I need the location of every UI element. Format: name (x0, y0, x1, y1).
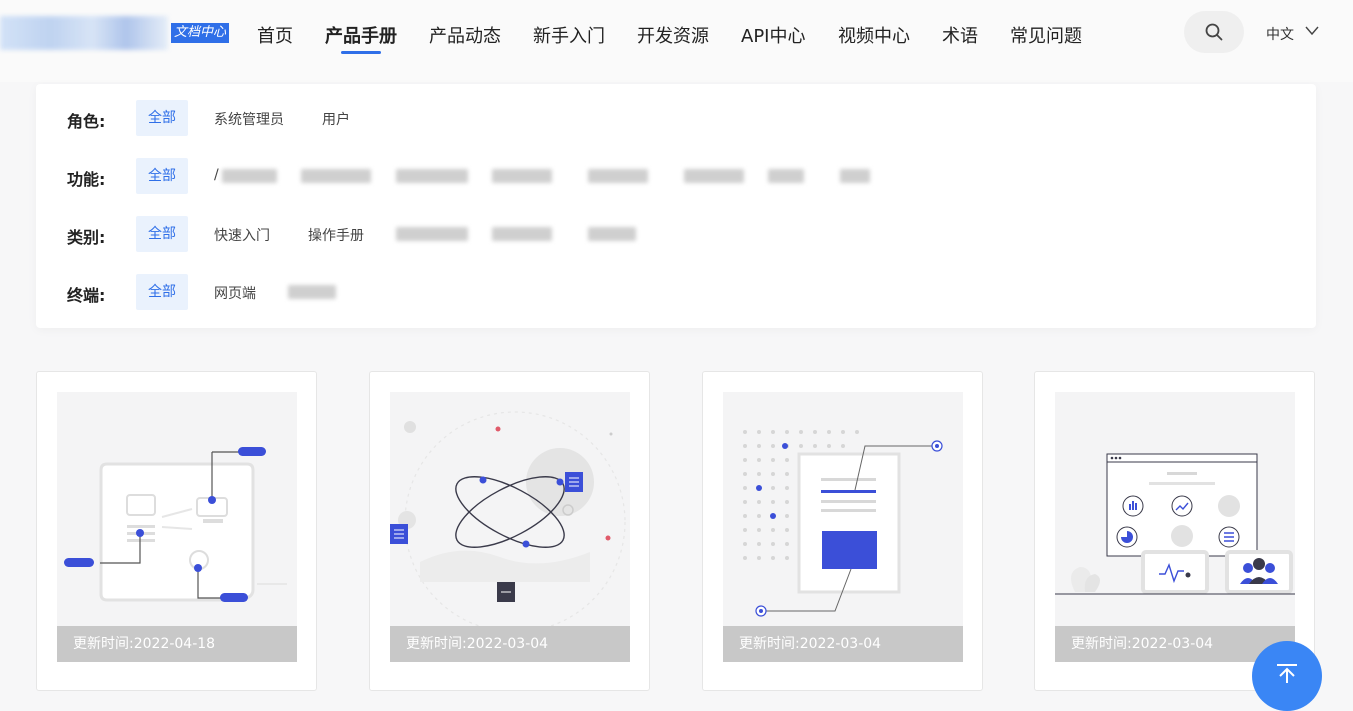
date-label: 更新时间: (1071, 636, 1132, 652)
nav-product-news[interactable]: 产品动态 (429, 22, 501, 48)
date-label: 更新时间: (739, 636, 800, 652)
filter-function-redacted[interactable] (768, 169, 804, 183)
filter-category-redacted[interactable] (396, 227, 468, 241)
filter-category-all[interactable]: 全部 (136, 216, 188, 252)
top-header: 文档中心 首页 产品手册 产品动态 新手入门 开发资源 API中心 视频中心 术… (0, 0, 1353, 82)
filter-function-redacted[interactable] (840, 169, 870, 183)
date-value: 2022-03-04 (1131, 636, 1214, 652)
filter-function-all[interactable]: 全部 (136, 158, 188, 194)
filter-row-function: 功能: 全部 / (36, 156, 1316, 196)
date-value: 2022-04-18 (133, 636, 216, 652)
doc-card[interactable]: 更新时间:2022-03-04 (702, 371, 983, 691)
filter-panel: 角色: 全部 系统管理员 用户 功能: 全部 / 类别: 全部 快速入门 操作手… (36, 84, 1316, 328)
filter-category-manual[interactable]: 操作手册 (308, 225, 364, 245)
search-button[interactable] (1184, 11, 1244, 53)
filter-label-category: 类别: (67, 228, 106, 247)
filter-label-function: 功能: (67, 170, 106, 189)
language-selector[interactable]: 中文 (1266, 24, 1294, 44)
filter-function-redacted[interactable] (684, 169, 744, 183)
filter-label-terminal: 终端: (67, 286, 106, 305)
filter-function-redacted[interactable] (301, 169, 371, 183)
date-value: 2022-03-04 (466, 636, 549, 652)
filter-function-redacted[interactable] (588, 169, 648, 183)
filter-role-all[interactable]: 全部 (136, 100, 188, 136)
search-icon (1205, 23, 1223, 41)
nav-api-center[interactable]: API中心 (741, 22, 805, 48)
filter-row-terminal: 终端: 全部 网页端 (36, 272, 1316, 312)
card-illustration: 更新时间:2022-03-04 (723, 392, 963, 662)
logo[interactable] (0, 16, 168, 50)
nav-glossary[interactable]: 术语 (942, 22, 978, 48)
filter-category-quickstart[interactable]: 快速入门 (214, 225, 270, 245)
filter-row-category: 类别: 全部 快速入门 操作手册 (36, 214, 1316, 254)
arrow-up-icon (1277, 664, 1297, 683)
date-label: 更新时间: (73, 636, 134, 652)
nav-active-indicator (341, 51, 381, 54)
nav-home[interactable]: 首页 (257, 22, 293, 48)
card-update-date: 更新时间:2022-04-18 (57, 626, 297, 662)
card-illustration: 更新时间:2022-03-04 (390, 392, 630, 662)
filter-function-redacted[interactable] (396, 169, 468, 183)
filter-terminal-redacted[interactable] (288, 285, 336, 299)
doc-card[interactable]: 更新时间:2022-04-18 (36, 371, 317, 691)
filter-category-redacted[interactable] (492, 227, 552, 241)
filter-function-option[interactable]: / (214, 167, 219, 183)
filter-terminal-all[interactable]: 全部 (136, 274, 188, 310)
filter-role-user[interactable]: 用户 (322, 109, 350, 129)
nav-dev-resources[interactable]: 开发资源 (637, 22, 709, 48)
date-label: 更新时间: (406, 636, 467, 652)
filter-terminal-web[interactable]: 网页端 (214, 283, 256, 303)
nav-faq[interactable]: 常见问题 (1010, 22, 1082, 48)
workflow-illustration (64, 447, 287, 602)
dashboard-illustration (1055, 453, 1295, 595)
nav-getting-started[interactable]: 新手入门 (533, 22, 605, 48)
doc-card[interactable]: 更新时间:2022-03-04 (369, 371, 650, 691)
filter-function-redacted[interactable] (492, 169, 552, 183)
card-illustration: 更新时间:2022-04-18 (57, 392, 297, 662)
orbit-illustration (390, 411, 626, 633)
date-value: 2022-03-04 (799, 636, 882, 652)
filter-category-redacted[interactable] (588, 227, 636, 241)
nav-product-manual[interactable]: 产品手册 (325, 22, 397, 48)
logo-tag[interactable]: 文档中心 (171, 23, 230, 43)
document-illustration (743, 430, 943, 617)
nav-video-center[interactable]: 视频中心 (838, 22, 910, 48)
back-to-top-button[interactable] (1252, 641, 1322, 711)
filter-label-role: 角色: (67, 112, 106, 131)
filter-row-role: 角色: 全部 系统管理员 用户 (36, 98, 1316, 138)
filter-function-redacted[interactable] (222, 169, 277, 183)
card-update-date: 更新时间:2022-03-04 (390, 626, 630, 662)
chevron-down-icon[interactable] (1305, 26, 1319, 36)
card-update-date: 更新时间:2022-03-04 (723, 626, 963, 662)
filter-role-admin[interactable]: 系统管理员 (214, 109, 284, 129)
card-illustration: 更新时间:2022-03-04 (1055, 392, 1295, 662)
